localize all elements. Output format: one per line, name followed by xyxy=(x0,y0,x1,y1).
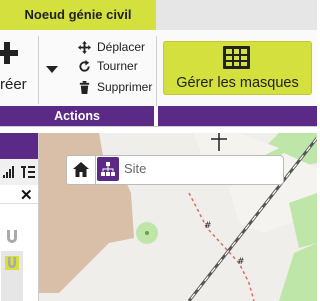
plus-icon[interactable] xyxy=(0,42,18,64)
signal-bars-icon[interactable] xyxy=(3,166,15,178)
move-arrows-icon xyxy=(78,40,91,54)
site-type-button[interactable] xyxy=(97,157,119,181)
trash-icon xyxy=(79,80,90,94)
site-search-input[interactable]: Site xyxy=(124,161,146,176)
home-icon xyxy=(73,162,89,177)
grid-table-icon xyxy=(223,46,250,69)
magnet-icon[interactable] xyxy=(5,230,19,244)
move-label: Déplacer xyxy=(97,40,146,54)
masks-group-bar xyxy=(158,106,317,126)
list-tree-icon[interactable] xyxy=(21,165,35,179)
move-button[interactable]: Déplacer xyxy=(78,38,145,56)
close-icon[interactable]: ✕ xyxy=(20,186,33,204)
tab-noeud-genie-civil[interactable]: Noeud génie civil xyxy=(0,0,156,30)
left-panel-header xyxy=(0,133,38,159)
rail-tick: # xyxy=(237,257,245,267)
delete-button[interactable]: Supprimer xyxy=(78,78,152,96)
ribbon-separator xyxy=(38,36,39,104)
green-area xyxy=(279,243,317,301)
actions-group-label: Actions xyxy=(0,106,154,126)
manage-masks-label: Gérer les masques xyxy=(176,75,299,91)
magnet-icon[interactable] xyxy=(5,256,19,270)
rail-tick: # xyxy=(204,221,212,231)
ribbon-separator xyxy=(156,36,157,106)
hierarchy-icon xyxy=(101,162,115,176)
home-button[interactable] xyxy=(66,155,96,185)
left-panel-toolbar xyxy=(0,159,38,185)
panel-divider xyxy=(0,203,38,204)
delete-label: Supprimer xyxy=(97,80,153,94)
rotate-button[interactable]: Tourner xyxy=(78,57,138,75)
create-button-label[interactable]: réer xyxy=(0,76,27,93)
dropdown-arrow-icon[interactable] xyxy=(46,66,58,73)
rotate-label: Tourner xyxy=(97,59,138,73)
rotate-icon xyxy=(79,59,90,72)
tree-center xyxy=(145,231,149,235)
